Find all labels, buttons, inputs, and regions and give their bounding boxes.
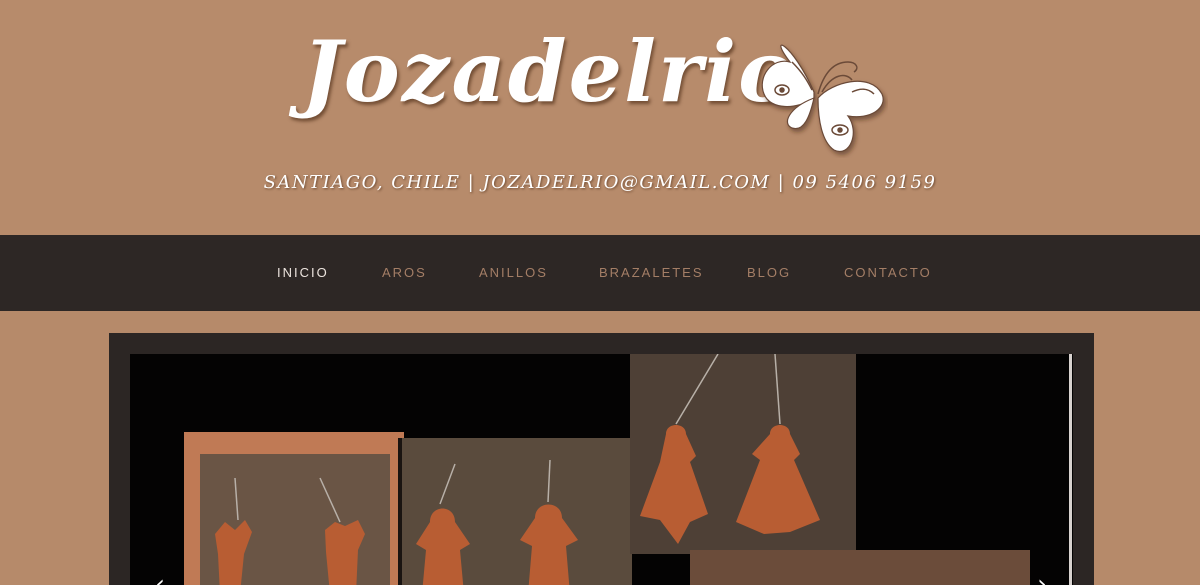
nav-item-aros[interactable]: AROS <box>382 265 427 280</box>
site-header: Jozadelrio SANTIAGO, CHILE | JOZADELRIO@… <box>0 0 1200 235</box>
butterfly-icon <box>761 44 884 153</box>
slide-image <box>130 354 1073 585</box>
nav-item-brazaletes[interactable]: BRAZALETES <box>599 265 704 280</box>
chevron-left-icon[interactable]: ‹ <box>148 572 172 585</box>
site-title[interactable]: Jozadelrio <box>302 22 796 121</box>
nav-item-contacto[interactable]: CONTACTO <box>844 265 932 280</box>
slide-divider <box>1069 354 1072 585</box>
nav-item-blog[interactable]: BLOG <box>747 265 791 280</box>
main-nav: INICIO AROS ANILLOS BRAZALETES BLOG CONT… <box>0 235 1200 311</box>
nav-item-anillos[interactable]: ANILLOS <box>479 265 548 280</box>
contact-info: SANTIAGO, CHILE | JOZADELRIO@GMAIL.COM |… <box>263 172 937 193</box>
chevron-right-icon[interactable]: › <box>1030 572 1054 585</box>
earrings-photo <box>184 354 1030 585</box>
nav-item-inicio[interactable]: INICIO <box>277 265 329 280</box>
